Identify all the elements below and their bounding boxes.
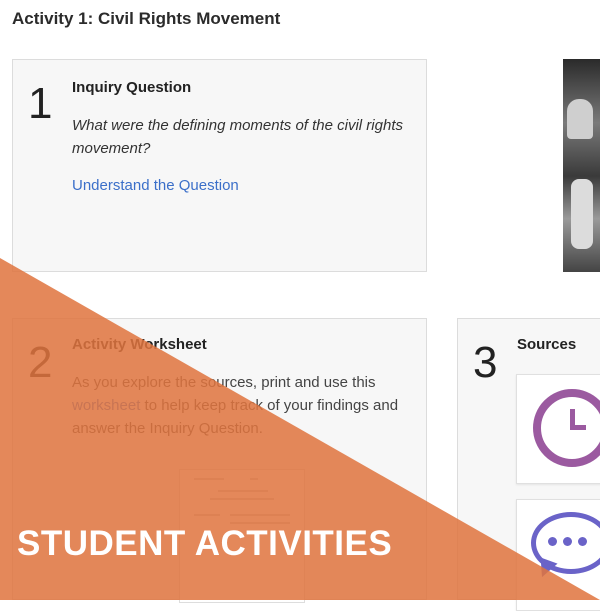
student-activities-label: STUDENT ACTIVITIES [17,524,393,563]
student-activities-banner-bg [0,258,600,600]
